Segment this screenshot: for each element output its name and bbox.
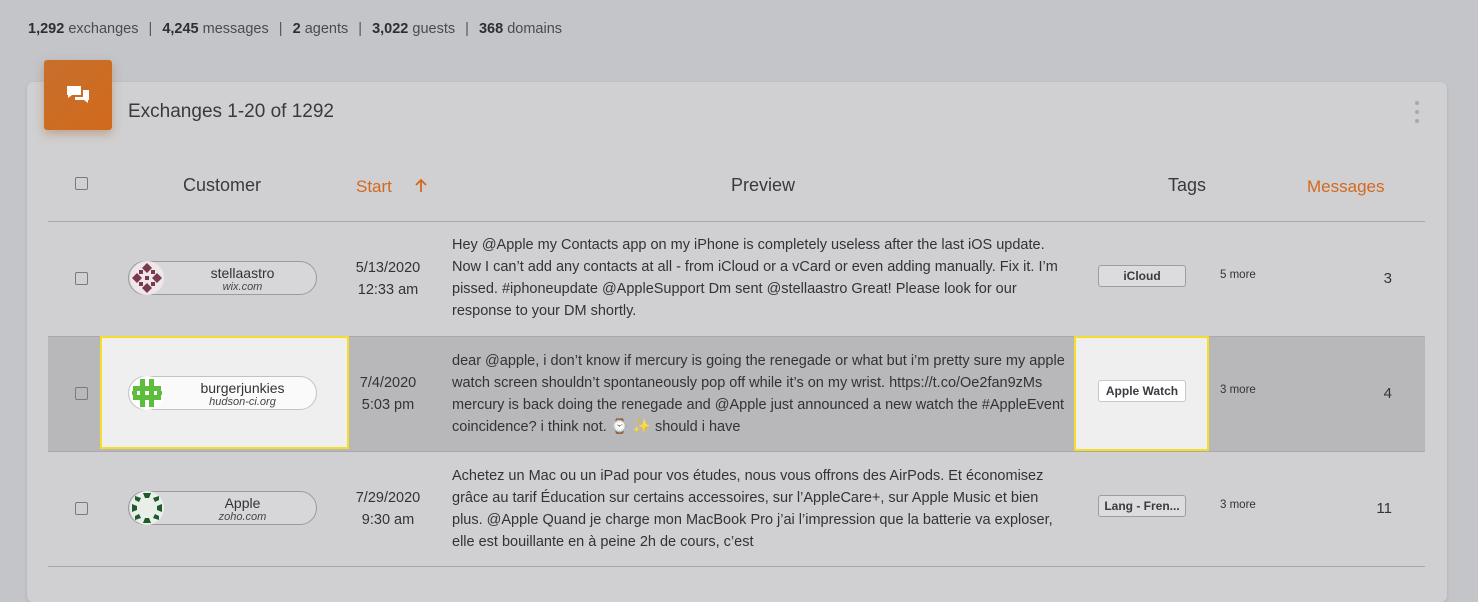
- arrow-up-icon[interactable]: [414, 178, 428, 194]
- more-tags-link[interactable]: 5 more: [1220, 269, 1256, 281]
- customer-name: Apple: [224, 495, 261, 511]
- customer-domain: wix.com: [222, 281, 263, 293]
- avatar: [129, 490, 165, 526]
- messages-count: 4,245: [162, 21, 199, 37]
- customer-domain: hudson-ci.org: [209, 396, 276, 408]
- customer-domain: zoho.com: [218, 511, 267, 523]
- message-count: 4: [1383, 385, 1392, 402]
- message-preview: Hey @Apple my Contacts app on my iPhone …: [452, 237, 1058, 319]
- domains-label: domains: [507, 21, 563, 37]
- tag-chip[interactable]: iCloud: [1098, 265, 1186, 287]
- message-preview: Achetez un Mac ou un iPad pour vos étude…: [452, 468, 1053, 550]
- exchanges-label: exchanges: [68, 21, 139, 37]
- start-date-time: 12:33 am: [357, 282, 419, 298]
- more-tags-link[interactable]: 3 more: [1220, 499, 1256, 511]
- stats-summary: 1,292 exchanges | 4,245 messages | 2 age…: [28, 21, 562, 37]
- customer-name: burgerjunkies: [200, 380, 285, 396]
- exchanges-count: 1,292: [28, 21, 65, 37]
- stats-separator: |: [278, 21, 283, 37]
- agents-count: 2: [292, 21, 301, 37]
- customer-name: stellaastro: [210, 265, 275, 281]
- start-date: 7/29/2020 9:30 am: [333, 487, 443, 531]
- select-all-checkbox[interactable]: [75, 177, 88, 190]
- avatar: [129, 260, 165, 296]
- column-header-messages[interactable]: Messages: [1307, 177, 1384, 197]
- start-date-day: 7/29/2020: [355, 490, 421, 506]
- avatar: [129, 375, 165, 411]
- start-date: 5/13/2020 12:33 am: [333, 257, 443, 301]
- guests-count: 3,022: [372, 21, 409, 37]
- row-divider: [48, 566, 1425, 567]
- column-header-start[interactable]: Start: [356, 177, 392, 197]
- stats-separator: |: [148, 21, 153, 37]
- start-date-time: 5:03 pm: [361, 397, 415, 413]
- row-checkbox[interactable]: [75, 272, 88, 285]
- messages-label: messages: [202, 21, 269, 37]
- start-date-time: 9:30 am: [361, 512, 415, 528]
- column-header-preview: Preview: [731, 175, 796, 195]
- stats-separator: |: [358, 21, 363, 37]
- card-title: Exchanges 1-20 of 1292: [128, 101, 334, 122]
- tag-chip[interactable]: Apple Watch: [1098, 380, 1186, 402]
- stats-separator: |: [465, 21, 469, 37]
- more-vertical-icon[interactable]: [1412, 101, 1422, 123]
- chat-bubbles-icon: [44, 60, 112, 130]
- agents-label: agents: [304, 21, 349, 37]
- column-header-tags: Tags: [1168, 175, 1207, 195]
- start-date: 7/4/2020 5:03 pm: [333, 372, 443, 416]
- domains-count: 368: [478, 21, 504, 37]
- start-date-day: 7/4/2020: [359, 375, 417, 391]
- start-date-day: 5/13/2020: [355, 260, 421, 276]
- row-checkbox[interactable]: [75, 387, 88, 400]
- column-header-customer[interactable]: Customer: [183, 175, 261, 196]
- more-tags-link[interactable]: 3 more: [1220, 384, 1256, 396]
- row-checkbox[interactable]: [75, 502, 88, 515]
- message-count: 11: [1376, 500, 1392, 517]
- message-preview: dear @apple, i don’t know if mercury is …: [452, 353, 1065, 435]
- tag-chip[interactable]: Lang - Fren...: [1098, 495, 1186, 517]
- guests-label: guests: [412, 21, 456, 37]
- message-count: 3: [1383, 270, 1392, 287]
